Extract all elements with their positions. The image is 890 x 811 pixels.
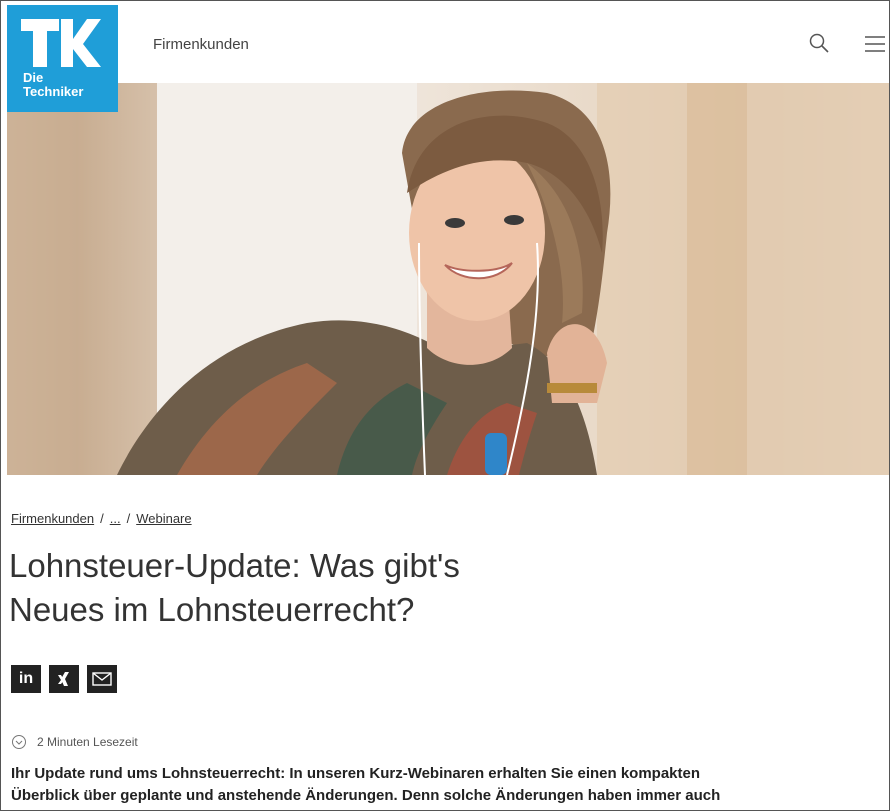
- page-title-line1: Lohnsteuer-Update: Was gibt's: [9, 547, 460, 584]
- logo-text: Die Techniker: [23, 71, 83, 99]
- share-mail-button[interactable]: [87, 665, 117, 693]
- breadcrumb: Firmenkunden /... / Webinare: [11, 511, 192, 526]
- share-bar: in: [11, 665, 117, 693]
- logo-text-line2: Techniker: [23, 84, 84, 99]
- intro-line1: Ihr Update rund ums Lohnsteuerrecht: In …: [11, 765, 701, 782]
- share-xing-button[interactable]: [49, 665, 79, 693]
- tk-logo[interactable]: Die Techniker: [7, 5, 118, 112]
- reading-time-text: 2 Minuten Lesezeit: [37, 735, 138, 749]
- linkedin-icon: in: [18, 670, 34, 687]
- menu-button[interactable]: [863, 33, 887, 55]
- page-title: Lohnsteuer-Update: Was gibt's Neues im L…: [9, 544, 709, 632]
- intro-text: Ihr Update rund ums Lohnsteuerrecht: In …: [11, 763, 881, 807]
- hero-image: [7, 83, 889, 475]
- page-frame: Die Techniker Firmenkunden Firmenkunden …: [0, 0, 890, 811]
- site-header: Die Techniker Firmenkunden: [1, 1, 889, 112]
- search-button[interactable]: [807, 31, 833, 57]
- share-linkedin-button[interactable]: in: [11, 665, 41, 693]
- breadcrumb-separator: /: [126, 511, 131, 526]
- intro-line2: Überblick über geplante und anstehende Ä…: [11, 787, 721, 804]
- tk-logo-mark: [21, 19, 101, 67]
- page-title-line2: Neues im Lohnsteuerrecht?: [9, 591, 415, 628]
- hamburger-menu-icon: [865, 36, 885, 52]
- breadcrumb-item-firmenkunden[interactable]: Firmenkunden: [11, 511, 94, 526]
- reading-time: 2 Minuten Lesezeit: [11, 734, 138, 750]
- search-icon: [809, 33, 829, 53]
- breadcrumb-separator: /: [100, 511, 104, 526]
- breadcrumb-item-webinare[interactable]: Webinare: [136, 511, 191, 526]
- clock-icon: [12, 735, 26, 749]
- hero-illustration: [7, 83, 889, 475]
- xing-icon: [58, 672, 69, 686]
- breadcrumb-item-ellipsis[interactable]: ...: [110, 511, 121, 526]
- nav-link-firmenkunden[interactable]: Firmenkunden: [153, 36, 249, 53]
- logo-text-line1: Die: [23, 70, 44, 85]
- mail-icon: [92, 672, 112, 686]
